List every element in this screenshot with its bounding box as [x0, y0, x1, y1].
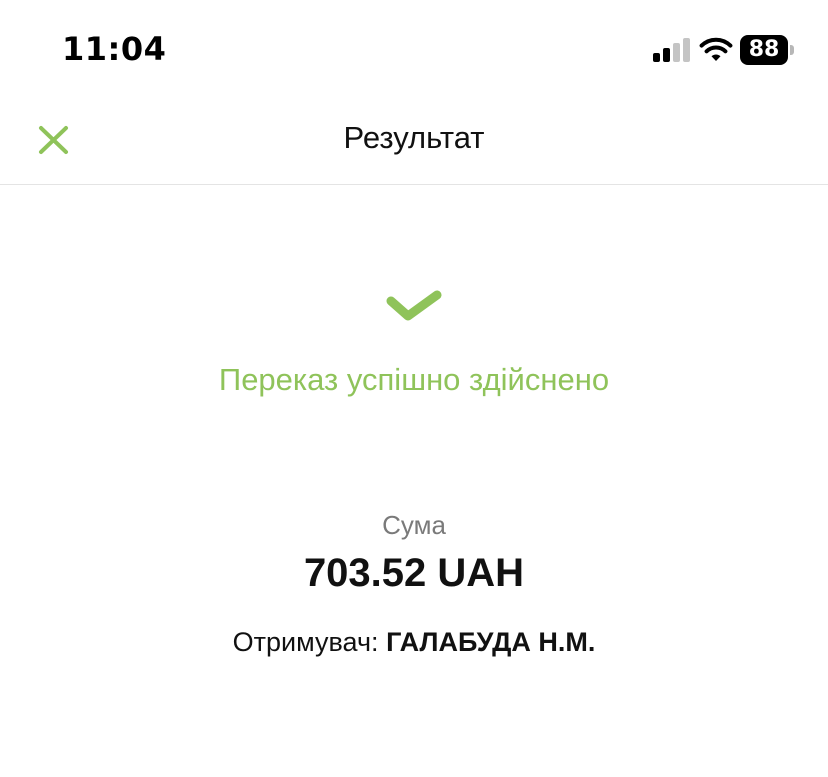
battery-icon: 88 [740, 35, 796, 65]
page-title: Результат [343, 120, 485, 155]
recipient-name: ГАЛАБУДА Н.М. [386, 627, 596, 657]
checkmark-icon [386, 290, 442, 321]
signal-icon [653, 38, 690, 62]
battery-tip [790, 45, 794, 55]
battery-level: 88 [740, 35, 788, 65]
nav-header: Результат [0, 100, 828, 185]
success-message: Переказ успішно здійснено [218, 362, 610, 397]
wifi-icon [699, 37, 733, 61]
recipient-line: Отримувач: ГАЛАБУДА Н.М. [0, 627, 828, 658]
status-bar: 11:04 88 [0, 0, 828, 100]
recipient-label: Отримувач: [232, 627, 379, 657]
status-time: 11:04 [62, 30, 167, 68]
amount-value: 703.52 UAH [303, 551, 525, 595]
amount-label: Сума [382, 510, 446, 540]
